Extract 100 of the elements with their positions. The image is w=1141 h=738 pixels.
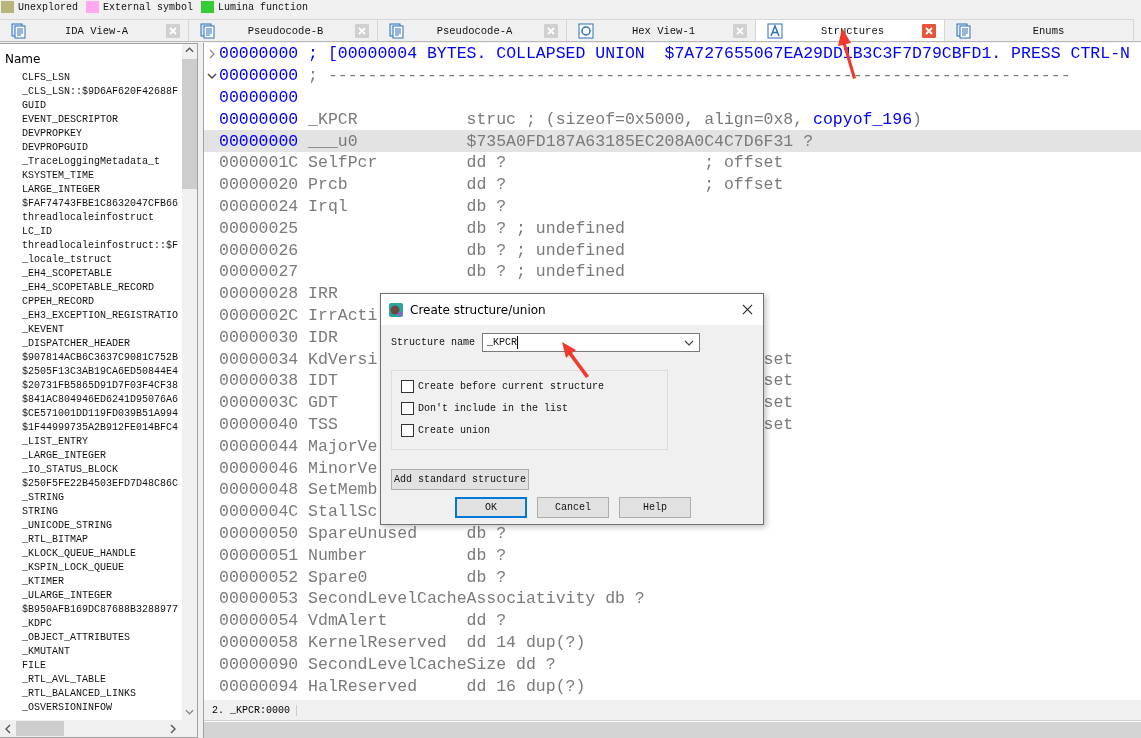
structure-list-item[interactable]: _UNICODE_STRING — [0, 519, 182, 533]
member-name: StallSc — [308, 502, 378, 522]
legend-label: Unexplored — [18, 1, 78, 13]
scroll-right-icon[interactable] — [170, 723, 176, 734]
structure-list-item[interactable]: _RTL_BALANCED_LINKS — [0, 687, 182, 701]
structure-list-item[interactable]: $20731FB5865D91D7F03F4CF38 — [0, 379, 182, 393]
close-icon[interactable] — [742, 304, 753, 315]
structure-list-item[interactable]: _KLOCK_QUEUE_HANDLE — [0, 547, 182, 561]
tab[interactable]: Hex View-1 — [567, 19, 756, 41]
structure-list-item[interactable]: GUID — [0, 99, 182, 113]
structure-list-item[interactable]: _CLS_LSN::$9D6AF620F42688F — [0, 85, 182, 99]
tab[interactable]: Pseudocode-B — [189, 19, 378, 41]
add-standard-structure-button[interactable]: Add standard structure — [391, 469, 529, 490]
member-type: db ? — [466, 196, 507, 216]
structure-list-item[interactable]: _ULARGE_INTEGER — [0, 589, 182, 603]
structure-list-item[interactable]: _LIST_ENTRY — [0, 435, 182, 449]
structure-list-item[interactable]: $841AC804946ED6241D95076A6 — [0, 393, 182, 407]
structure-list-item[interactable]: STRING — [0, 505, 182, 519]
checkbox[interactable] — [401, 402, 414, 415]
chevron-down-icon[interactable] — [206, 72, 217, 79]
tab[interactable]: Pseudocode-A — [378, 19, 567, 41]
structure-list-item[interactable]: _KDPC — [0, 617, 182, 631]
member-type: dd ? — [466, 611, 507, 631]
structure-list-item[interactable]: _EH3_EXCEPTION_REGISTRATIO — [0, 309, 182, 323]
scroll-left-icon[interactable] — [5, 723, 11, 734]
document-icon — [389, 22, 405, 39]
structure-list-item[interactable]: _STRING — [0, 491, 182, 505]
member-type: $735A0FD187A63185EC208A0C4C7D6F31 ? — [466, 131, 814, 151]
structure-list-item[interactable]: $FAF74743FBE1C8632047CFB66 — [0, 197, 182, 211]
structure-list-item[interactable]: _KMUTANT — [0, 645, 182, 659]
address: 00000051 — [219, 545, 300, 565]
comment: set — [763, 414, 794, 434]
vertical-scrollbar[interactable] — [182, 44, 197, 720]
column-header[interactable]: Name — [0, 44, 182, 71]
horizontal-scrollbar[interactable] — [204, 721, 1141, 738]
address: 00000044 — [219, 436, 300, 456]
address: 00000000 — [219, 88, 300, 107]
scroll-up-icon[interactable] — [185, 47, 194, 53]
tab[interactable]: Structures — [756, 19, 945, 41]
structure-list-item[interactable]: DEVPROPGUID — [0, 141, 182, 155]
address: 00000020 — [219, 175, 300, 195]
address: 00000053 — [219, 589, 300, 609]
member-name: KdVersi — [308, 349, 378, 369]
status-text: 2. _KPCR:0000 — [212, 704, 297, 716]
structure-list-item[interactable]: DEVPROPKEY — [0, 127, 182, 141]
structure-list-item[interactable]: _locale_tstruct — [0, 253, 182, 267]
member-name: SelfPcr — [308, 153, 378, 173]
structure-list-item[interactable]: _RTL_BITMAP — [0, 533, 182, 547]
scroll-down-icon[interactable] — [185, 709, 194, 715]
structure-list-item[interactable]: LC_ID — [0, 225, 182, 239]
structure-list-item[interactable]: threadlocaleinfostruct::$F — [0, 239, 182, 253]
tab[interactable]: IDA View-A — [0, 19, 189, 41]
reference-link[interactable]: copyof_196 — [813, 109, 913, 129]
structure-list-item[interactable]: _RTL_AVL_TABLE — [0, 673, 182, 687]
horizontal-scrollbar[interactable] — [0, 720, 197, 737]
structure-list-item[interactable]: $907814ACB6C3637C9081C752B — [0, 351, 182, 365]
address: 0000004C — [219, 502, 300, 522]
member-type: dd 16 dup(?) — [466, 676, 586, 696]
dialog-button[interactable]: OK — [455, 497, 527, 518]
structure-list-item[interactable]: $1F44999735A2B912FE014BFC4 — [0, 421, 182, 435]
dialog-button[interactable]: Cancel — [537, 497, 609, 518]
member-type: struc ; (sizeof=0x5000, align=0x8, — [466, 109, 804, 129]
comment: set — [763, 393, 794, 413]
structure-list-item[interactable]: CLFS_LSN — [0, 71, 182, 85]
checkbox[interactable] — [401, 380, 414, 393]
structure-list-item[interactable]: _DISPATCHER_HEADER — [0, 337, 182, 351]
structure-list-item[interactable]: _IO_STATUS_BLOCK — [0, 463, 182, 477]
structure-list-item[interactable]: LARGE_INTEGER — [0, 183, 182, 197]
selected-row[interactable]: 00000000 ___u0 $735A0FD187A63185EC208A0C4C7D6F31 ? — [204, 130, 1141, 152]
structure-list-item[interactable]: _EH4_SCOPETABLE — [0, 267, 182, 281]
structure-list-item[interactable]: _KEVENT — [0, 323, 182, 337]
structure-list-item[interactable]: _TraceLoggingMetadata_t — [0, 155, 182, 169]
structure-name-field[interactable]: _KPCR — [482, 333, 700, 352]
structure-list-item[interactable]: threadlocaleinfostruct — [0, 211, 182, 225]
member-type: db ? ; undefined — [466, 240, 625, 260]
structure-list-item[interactable]: _EH4_SCOPETABLE_RECORD — [0, 281, 182, 295]
structure-list-item[interactable]: KSYSTEM_TIME — [0, 169, 182, 183]
structure-list-item[interactable]: $B950AFB169DC87688B3288977 — [0, 603, 182, 617]
chevron-right-icon[interactable] — [208, 48, 215, 59]
structure-list-item[interactable]: _KSPIN_LOCK_QUEUE — [0, 561, 182, 575]
checkbox[interactable] — [401, 424, 414, 437]
dialog-button[interactable]: Help — [619, 497, 691, 518]
caret-icon[interactable] — [684, 339, 694, 346]
structure-list-item[interactable]: CPPEH_RECORD — [0, 295, 182, 309]
structure-list-item[interactable]: $CE571001DD119FD039B51A994 — [0, 407, 182, 421]
address: 00000090 — [219, 654, 300, 674]
structure-list-item[interactable]: $2505F13C3AB19CA6ED50844E4 — [0, 365, 182, 379]
address: 00000046 — [219, 458, 300, 478]
structure-list-item[interactable]: _KTIMER — [0, 575, 182, 589]
checkbox-label: Create before current structure — [418, 381, 605, 392]
structure-list-item[interactable]: FILE — [0, 659, 182, 673]
structure-list-item[interactable]: _OSVERSIONINFOW — [0, 701, 182, 715]
member-name: _KPCR — [308, 109, 358, 129]
scrollbar-thumb[interactable] — [16, 721, 64, 736]
tab[interactable]: Enums — [945, 19, 1134, 41]
structure-list-item[interactable]: _OBJECT_ATTRIBUTES — [0, 631, 182, 645]
structure-list-item[interactable]: $250F5FE22B4503EFD7D48C86C — [0, 477, 182, 491]
structure-list-item[interactable]: EVENT_DESCRIPTOR — [0, 113, 182, 127]
scrollbar-thumb[interactable] — [182, 59, 197, 189]
structure-list-item[interactable]: _LARGE_INTEGER — [0, 449, 182, 463]
